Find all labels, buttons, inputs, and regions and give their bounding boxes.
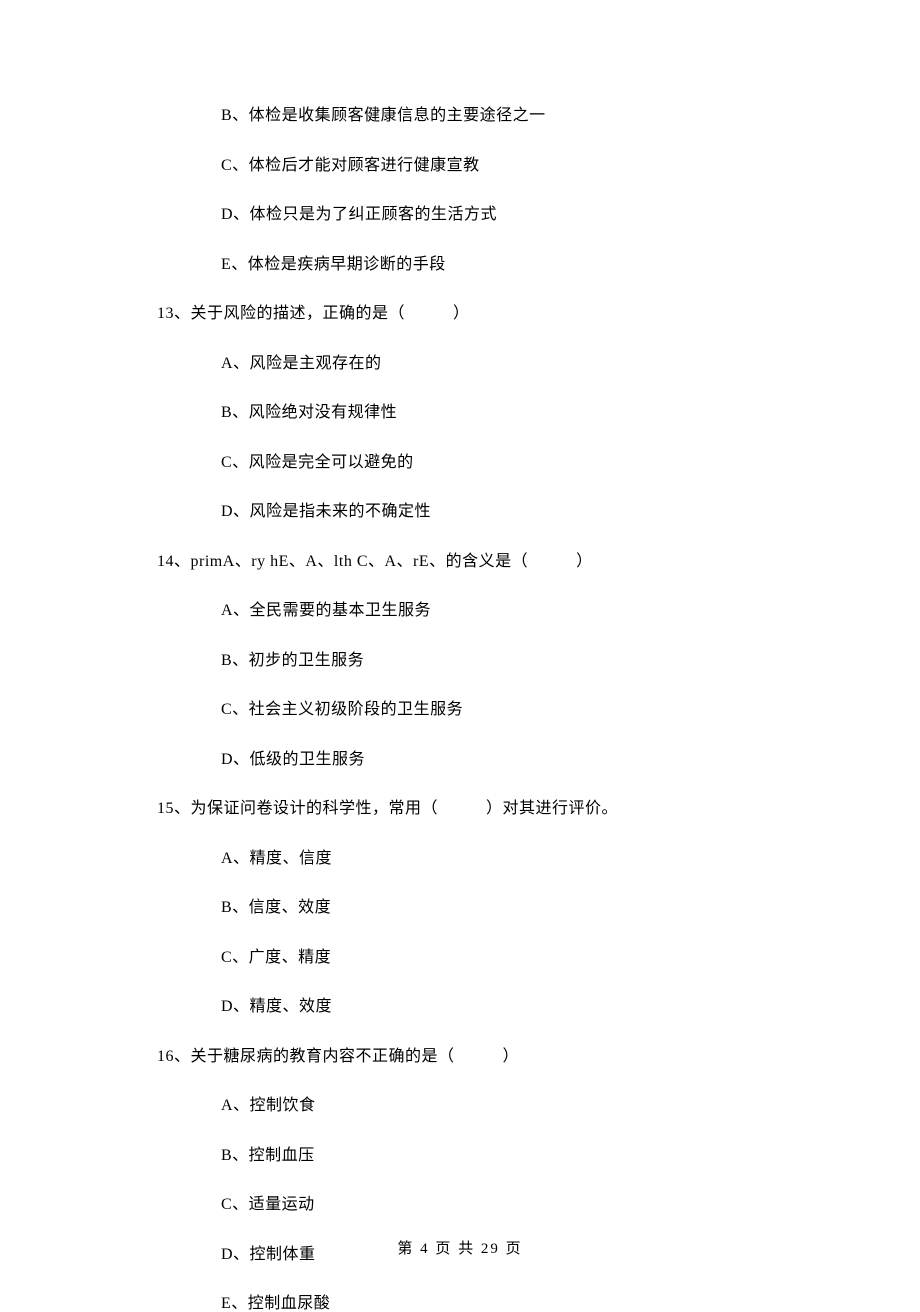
- q12-option-b: B、体检是收集顾客健康信息的主要途径之一: [0, 108, 920, 124]
- page-footer: 第 4 页 共 29 页: [0, 1237, 920, 1258]
- q14-option-a: A、全民需要的基本卫生服务: [0, 603, 920, 619]
- q16-stem: 16、关于糖尿病的教育内容不正确的是（ ）: [0, 1049, 920, 1065]
- q16-option-e: E、控制血尿酸: [0, 1296, 920, 1312]
- page: B、体检是收集顾客健康信息的主要途径之一 C、体检后才能对顾客进行健康宣教 D、…: [0, 0, 920, 1302]
- q14-stem: 14、primA、ry hE、A、lth C、A、rE、的含义是（ ）: [0, 554, 920, 570]
- q13-option-c: C、风险是完全可以避免的: [0, 455, 920, 471]
- q12-option-d: D、体检只是为了纠正顾客的生活方式: [0, 207, 920, 223]
- q14-option-d: D、低级的卫生服务: [0, 752, 920, 768]
- q15-option-b: B、信度、效度: [0, 900, 920, 916]
- q12-option-e: E、体检是疾病早期诊断的手段: [0, 257, 920, 273]
- q15-stem-pre: 15、为保证问卷设计的科学性，常用（: [157, 800, 438, 817]
- q13-stem-pre: 13、关于风险的描述，正确的是（: [157, 305, 405, 322]
- q15-stem: 15、为保证问卷设计的科学性，常用（ ）对其进行评价。: [0, 801, 920, 817]
- q15-option-c: C、广度、精度: [0, 950, 920, 966]
- q13-option-a: A、风险是主观存在的: [0, 356, 920, 372]
- q13-stem-post: ）: [453, 305, 470, 322]
- q12-option-c: C、体检后才能对顾客进行健康宣教: [0, 158, 920, 174]
- q16-option-c: C、适量运动: [0, 1197, 920, 1213]
- q14-stem-post: ）: [576, 553, 593, 570]
- q13-option-b: B、风险绝对没有规律性: [0, 405, 920, 421]
- q15-option-a: A、精度、信度: [0, 851, 920, 867]
- q14-option-b: B、初步的卫生服务: [0, 653, 920, 669]
- q13-stem: 13、关于风险的描述，正确的是（ ）: [0, 306, 920, 322]
- q16-stem-pre: 16、关于糖尿病的教育内容不正确的是（: [157, 1048, 455, 1065]
- q16-option-a: A、控制饮食: [0, 1098, 920, 1114]
- q15-option-d: D、精度、效度: [0, 999, 920, 1015]
- q14-option-c: C、社会主义初级阶段的卫生服务: [0, 702, 920, 718]
- q13-option-d: D、风险是指未来的不确定性: [0, 504, 920, 520]
- q16-option-b: B、控制血压: [0, 1148, 920, 1164]
- q14-stem-pre: 14、primA、ry hE、A、lth C、A、rE、的含义是（: [157, 553, 528, 570]
- q15-stem-post: ）对其进行评价。: [486, 800, 618, 817]
- q16-stem-post: ）: [503, 1048, 520, 1065]
